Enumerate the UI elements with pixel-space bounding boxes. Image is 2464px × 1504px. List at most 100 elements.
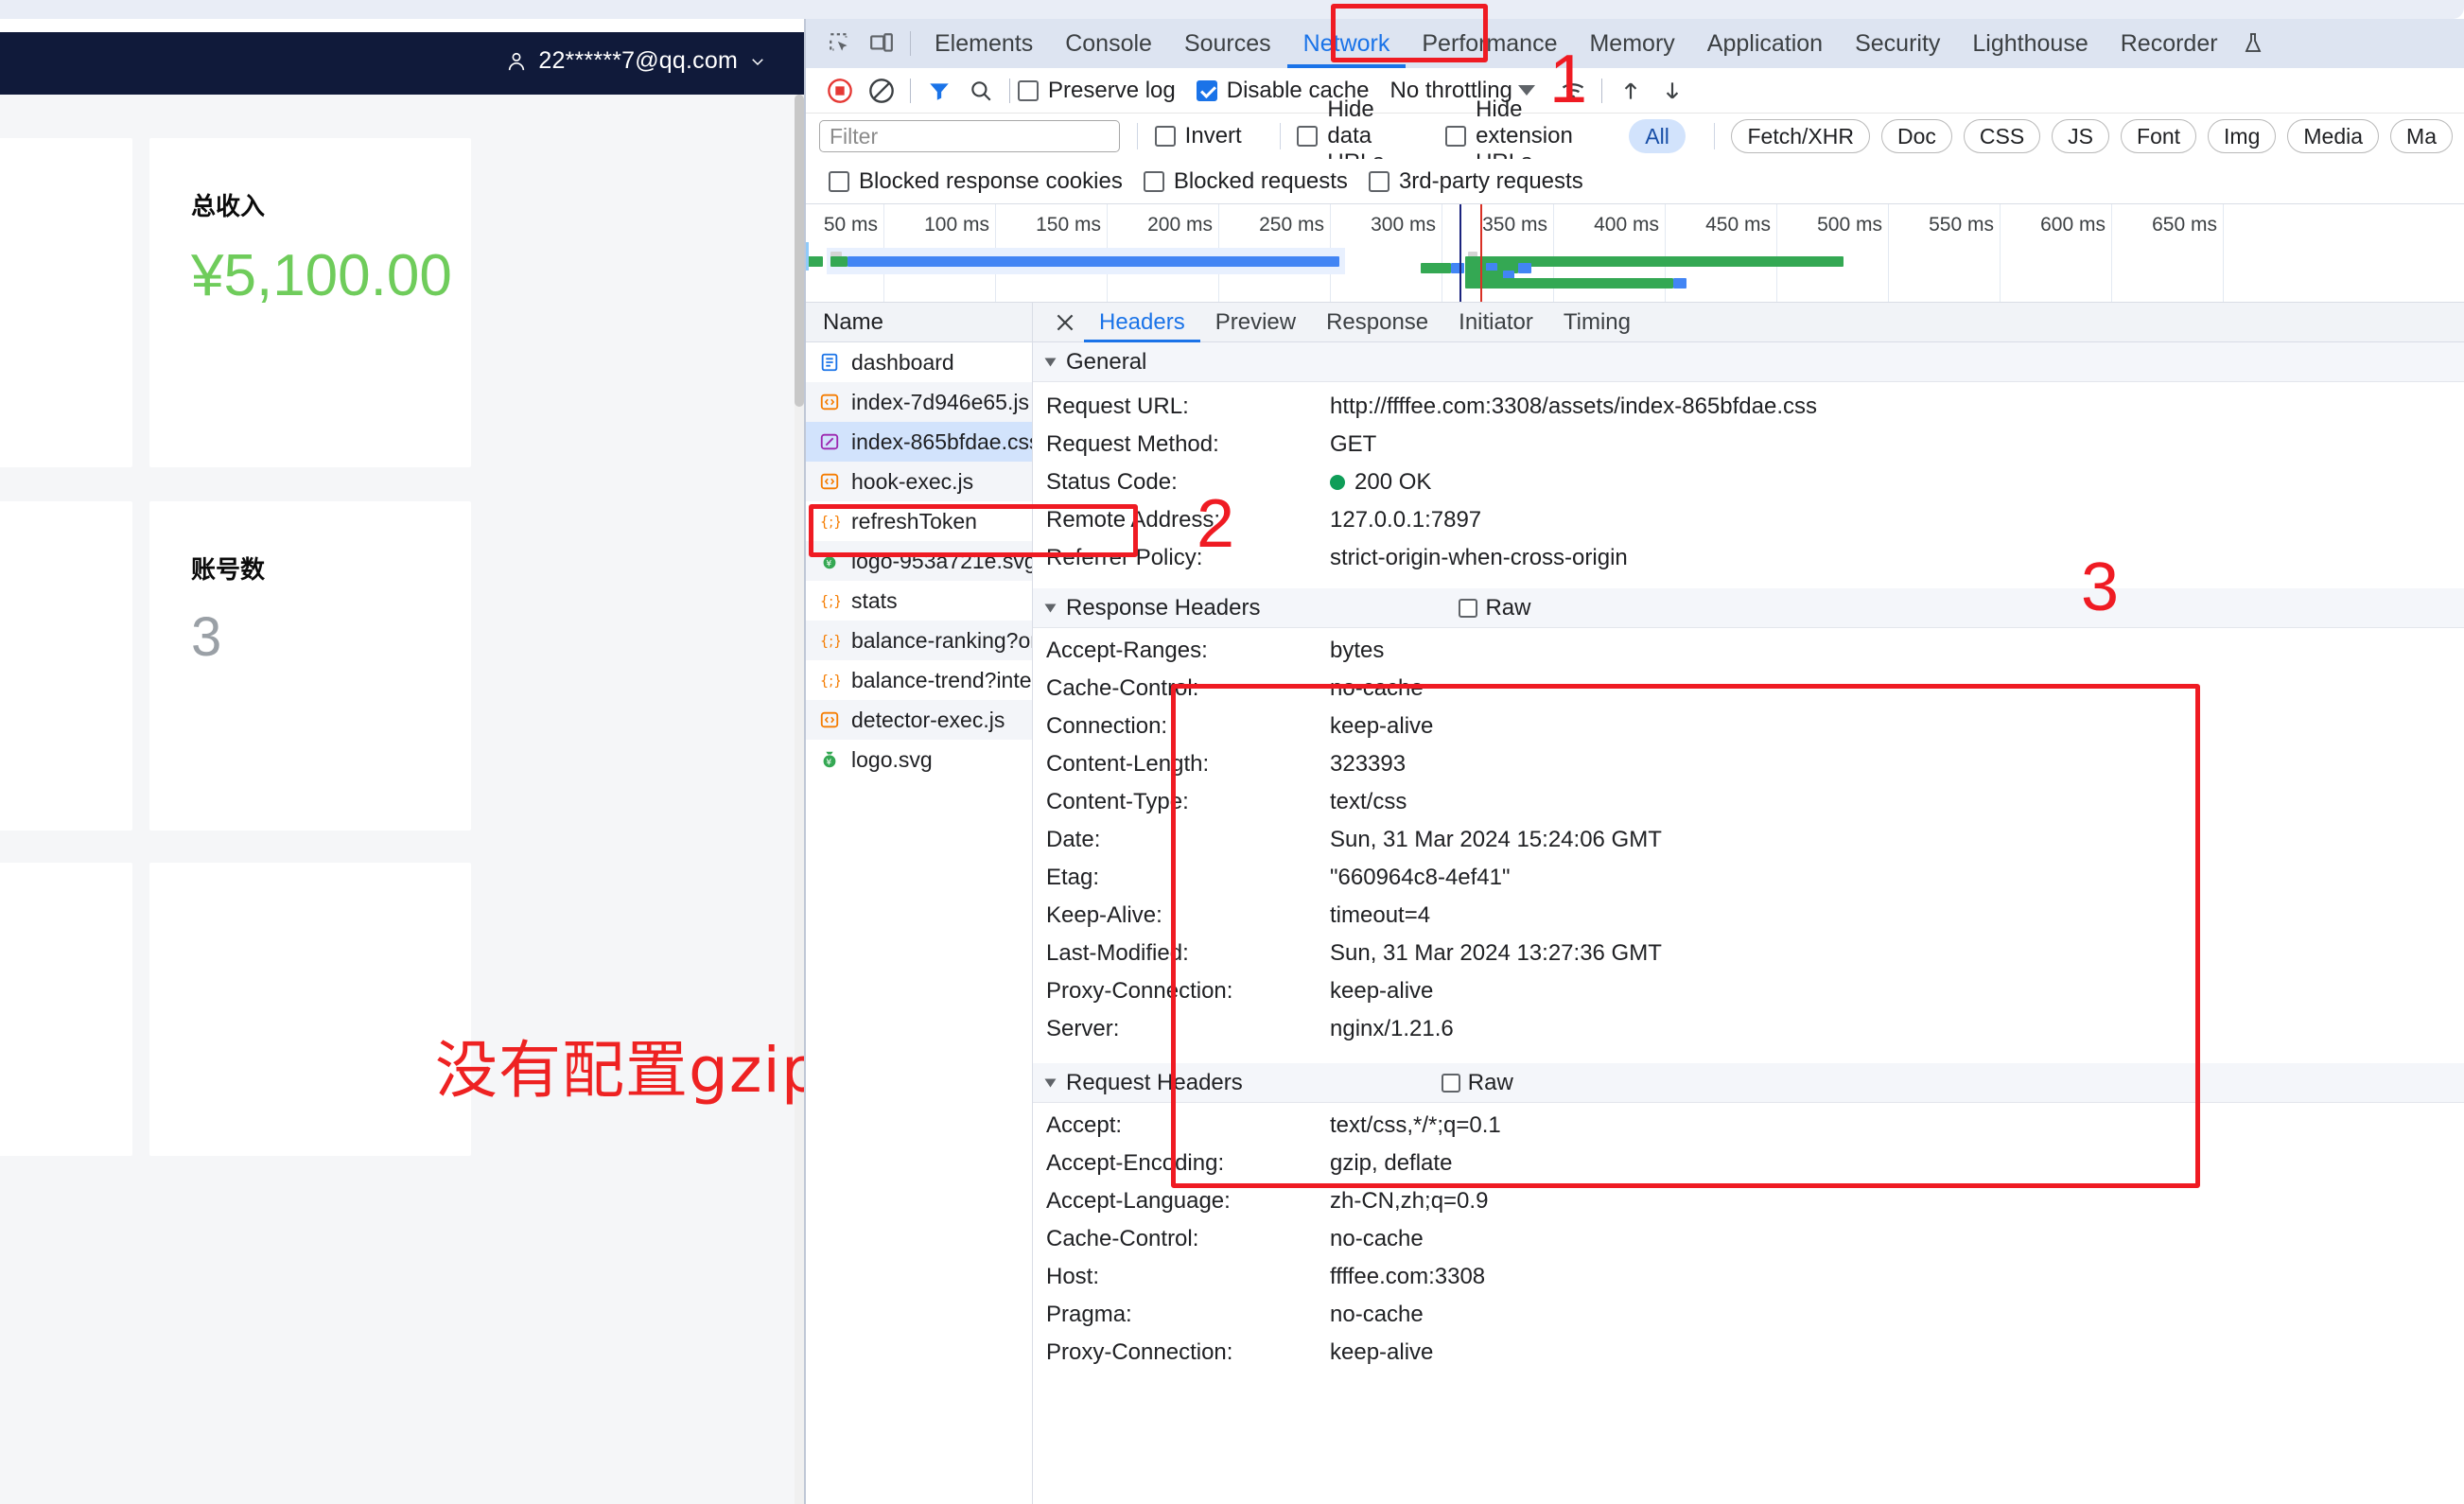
request-row-balance-ranking[interactable]: {;} balance-ranking?order=desc	[806, 621, 1032, 660]
request-row-detector-exec[interactable]: detector-exec.js	[806, 700, 1032, 740]
tab-elements[interactable]: Elements	[918, 19, 1049, 68]
inspect-element-icon[interactable]	[819, 25, 861, 62]
filter-chip-fetch-xhr[interactable]: Fetch/XHR	[1731, 119, 1870, 153]
request-row-logo-svg[interactable]: ¥ logo.svg	[806, 740, 1032, 779]
screenshot-root: 22******7@qq.com 00 总收入 ¥5,100.00 0 账号数	[0, 0, 2464, 1504]
header-key: Accept-Ranges:	[1046, 638, 1208, 663]
tab-lighthouse[interactable]: Lighthouse	[1956, 19, 2104, 68]
tab-recorder[interactable]: Recorder	[2105, 19, 2234, 68]
request-row-index-css[interactable]: index-865bfdae.css	[806, 422, 1032, 462]
request-row-balance-trend[interactable]: {;} balance-trend?interval=day	[806, 660, 1032, 700]
request-row-dashboard[interactable]: dashboard	[806, 342, 1032, 382]
third-party-requests-checkbox[interactable]: 3rd-party requests	[1368, 168, 1583, 195]
import-har-icon[interactable]	[1610, 72, 1651, 110]
page-scrollbar-thumb[interactable]	[795, 95, 804, 407]
response-header-row: Connection: keep-alive	[1033, 708, 2464, 745]
invert-checkbox[interactable]: Invert	[1154, 123, 1242, 149]
request-name: index-7d946e65.js	[851, 389, 1029, 414]
svg-text:¥: ¥	[826, 559, 831, 569]
network-overview-timeline[interactable]: 50 ms 100 ms 150 ms 200 ms 250 ms 300 ms…	[806, 204, 2464, 303]
user-account-menu[interactable]: 22******7@qq.com	[506, 47, 766, 75]
tab-performance[interactable]: Performance	[1406, 19, 1573, 68]
request-raw-toggle[interactable]: Raw	[1441, 1070, 1513, 1096]
stat-card-account-count: 账号数 3	[149, 501, 471, 831]
svg-text:{;}: {;}	[820, 673, 840, 690]
chevron-down-icon[interactable]	[1517, 85, 1535, 96]
header-value: gzip, deflate	[1330, 1150, 1453, 1176]
response-header-row: Proxy-Connection: keep-alive	[1033, 972, 2464, 1010]
filter-chip-all[interactable]: All	[1629, 119, 1686, 153]
detail-tab-initiator[interactable]: Initiator	[1443, 303, 1548, 342]
detail-tab-response[interactable]: Response	[1311, 303, 1443, 342]
request-row-stats[interactable]: {;} stats	[806, 581, 1032, 621]
overview-bar	[808, 256, 823, 267]
json-icon: {;}	[820, 594, 840, 610]
header-value: no-cache	[1330, 1302, 1424, 1327]
filter-chip-css[interactable]: CSS	[1963, 119, 2041, 153]
tab-security[interactable]: Security	[1839, 19, 1956, 68]
blocked-response-cookies-checkbox[interactable]: Blocked response cookies	[829, 168, 1123, 195]
tab-console[interactable]: Console	[1049, 19, 1168, 68]
section-response-headers-header[interactable]: Response Headers Raw	[1033, 588, 2464, 628]
request-row-refreshtoken[interactable]: {;} refreshToken	[806, 501, 1032, 541]
filter-input[interactable]	[819, 120, 1120, 152]
detail-tab-headers[interactable]: Headers	[1084, 303, 1200, 342]
request-name: refreshToken	[851, 508, 977, 533]
close-icon[interactable]	[1046, 304, 1084, 341]
header-key: Date:	[1046, 827, 1101, 852]
page-content-area: 00 总收入 ¥5,100.00 0 账号数 3	[0, 95, 804, 1504]
detail-tab-timing[interactable]: Timing	[1548, 303, 1646, 342]
request-list-column-name[interactable]: Name	[806, 303, 1032, 342]
response-header-row: Content-Length: 323393	[1033, 745, 2464, 783]
section-request-headers-header[interactable]: Request Headers Raw	[1033, 1063, 2464, 1103]
request-row-logo-hash-svg[interactable]: ¥ logo-953a721e.svg	[806, 541, 1032, 581]
preserve-log-checkbox[interactable]: Preserve log	[1018, 78, 1176, 104]
stat-card-clipped-1: 00	[0, 138, 132, 467]
header-value: text/css,*/*;q=0.1	[1330, 1112, 1501, 1138]
record-stop-icon[interactable]	[819, 72, 861, 110]
image-icon: ¥	[823, 552, 836, 569]
devtools-tabbar: Elements Console Sources Network Perform…	[806, 19, 2464, 68]
filter-chip-doc[interactable]: Doc	[1880, 119, 1952, 153]
general-key: Referrer Policy:	[1046, 545, 1203, 570]
tab-network[interactable]: Network	[1287, 19, 1407, 68]
overview-bar	[1421, 263, 1451, 273]
chevron-down-icon	[1044, 1078, 1057, 1087]
svg-text:¥: ¥	[826, 758, 831, 768]
header-value: ffffee.com:3308	[1330, 1264, 1486, 1289]
tab-application[interactable]: Application	[1691, 19, 1839, 68]
filterbar-divider-2	[1713, 123, 1715, 149]
script-icon	[820, 473, 839, 490]
clear-icon[interactable]	[861, 72, 902, 110]
header-key: Connection:	[1046, 713, 1168, 739]
filter-chip-media[interactable]: Media	[2287, 119, 2380, 153]
filter-chip-img[interactable]: Img	[2208, 119, 2277, 153]
header-value: no-cache	[1330, 675, 1424, 701]
tab-sources[interactable]: Sources	[1168, 19, 1287, 68]
svg-text:{;}: {;}	[820, 515, 840, 531]
request-row-index-js[interactable]: index-7d946e65.js	[806, 382, 1032, 422]
search-icon[interactable]	[960, 72, 1002, 110]
funnel-filter-icon[interactable]	[918, 72, 960, 110]
invert-box	[1154, 126, 1176, 147]
filter-chip-font[interactable]: Font	[2121, 119, 2197, 153]
section-general-header[interactable]: General	[1033, 342, 2464, 382]
device-toolbar-icon[interactable]	[861, 25, 902, 62]
detail-tab-preview[interactable]: Preview	[1200, 303, 1311, 342]
header-key: Accept:	[1046, 1112, 1123, 1138]
disable-cache-box	[1196, 79, 1217, 101]
export-har-icon[interactable]	[1651, 72, 1693, 110]
person-icon	[509, 52, 525, 70]
request-row-hook-exec[interactable]: hook-exec.js	[806, 462, 1032, 501]
header-key: Server:	[1046, 1016, 1120, 1041]
overview-tick-label: 500 ms	[1817, 214, 1882, 236]
filter-chip-js[interactable]: JS	[2052, 119, 2110, 153]
response-header-row: Cache-Control: no-cache	[1033, 670, 2464, 708]
blocked-requests-checkbox[interactable]: Blocked requests	[1143, 168, 1348, 195]
filter-chip-manifest[interactable]: Ma	[2390, 119, 2453, 153]
tab-memory[interactable]: Memory	[1573, 19, 1690, 68]
chevron-down-icon	[1044, 358, 1057, 366]
document-icon	[821, 353, 838, 372]
response-raw-toggle[interactable]: Raw	[1459, 595, 1530, 621]
overview-load-line	[1480, 204, 1482, 302]
